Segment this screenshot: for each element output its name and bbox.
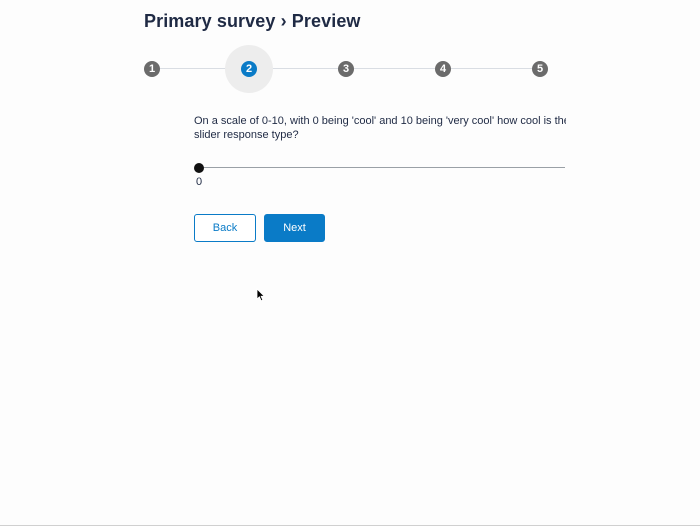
page-title: Primary survey › Preview xyxy=(144,11,361,31)
question-line-2: slider response type? xyxy=(194,129,299,141)
slider-thumb[interactable] xyxy=(194,163,204,173)
question-line-1: On a scale of 0-10, with 0 being 'cool' … xyxy=(194,115,566,127)
progress-stepper: 1 2 3 4 5 xyxy=(144,45,548,93)
slider-value-label: 0 xyxy=(196,176,203,188)
response-slider[interactable] xyxy=(194,161,565,175)
slider-track[interactable] xyxy=(198,167,565,168)
step-5[interactable]: 5 xyxy=(532,61,548,77)
back-button[interactable]: Back xyxy=(194,214,256,242)
next-button[interactable]: Next xyxy=(264,214,325,242)
step-1[interactable]: 1 xyxy=(144,61,160,77)
mouse-pointer-icon xyxy=(256,288,266,302)
step-3[interactable]: 3 xyxy=(338,61,354,77)
step-4[interactable]: 4 xyxy=(435,61,451,77)
question-text: On a scale of 0-10, with 0 being 'cool' … xyxy=(194,114,566,142)
step-2[interactable]: 2 xyxy=(241,61,257,77)
